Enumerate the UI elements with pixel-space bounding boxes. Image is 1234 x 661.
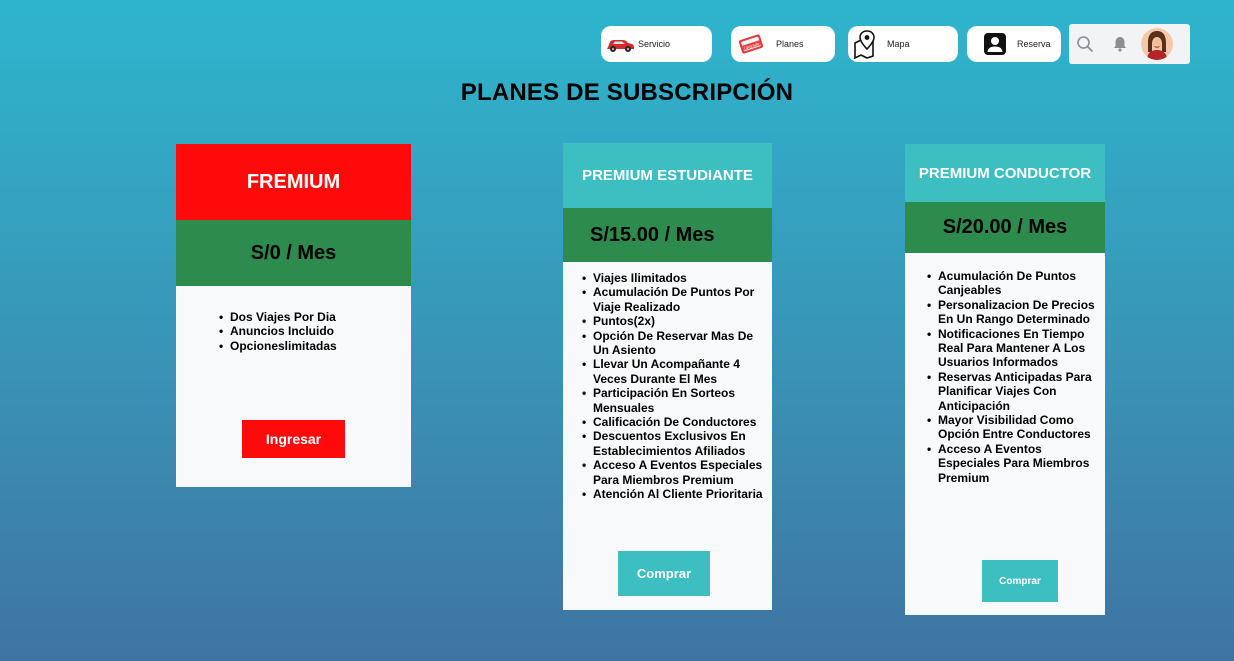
feature-item: Opción De Reservar Mas De Un Asiento — [579, 329, 769, 358]
car-icon — [605, 34, 635, 54]
search-icon[interactable] — [1076, 35, 1094, 53]
nav-item-servicio[interactable]: Servicio — [601, 26, 712, 62]
feature-item: Atención Al Cliente Prioritaria — [579, 487, 769, 502]
bell-icon[interactable] — [1111, 35, 1129, 53]
nav-label: Planes — [776, 39, 804, 49]
comprar-button[interactable]: Comprar — [618, 551, 710, 596]
comprar-button[interactable]: Comprar — [982, 560, 1058, 602]
feature-item: Acumulación De Puntos Canjeables — [924, 269, 1102, 298]
user-avatar[interactable] — [1141, 28, 1173, 60]
feature-item: Dos Viajes Por Dia — [216, 310, 337, 325]
feature-item: Acceso A Eventos Especiales Para Miembro… — [579, 458, 769, 487]
feature-item: Personalizacion De Precios En Un Rango D… — [924, 298, 1102, 327]
utility-bar — [1069, 24, 1190, 64]
feature-item: Acceso A Eventos Especiales Para Miembro… — [924, 442, 1102, 485]
feature-list: Acumulación De Puntos Canjeables Persona… — [924, 269, 1102, 485]
feature-item: Descuentos Exclusivos En Establecimiento… — [579, 429, 769, 458]
feature-item: Puntos(2x) — [579, 314, 769, 329]
feature-item: Acumulación De Puntos Por Viaje Realizad… — [579, 285, 769, 314]
feature-list: Dos Viajes Por Dia Anuncios Incluido Opc… — [216, 310, 337, 354]
plan-card-premium-estudiante: PREMIUM ESTUDIANTE S/15.00 / Mes Viajes … — [563, 143, 772, 610]
feature-item: Participación En Sorteos Mensuales — [579, 386, 769, 415]
ingresar-button[interactable]: Ingresar — [242, 420, 345, 458]
nav-label: Servicio — [638, 39, 671, 49]
feature-item: Notificaciones En Tiempo Real Para Mante… — [924, 327, 1102, 370]
feature-item: Anuncios Incluido — [216, 324, 337, 339]
nav-label: Reserva — [1017, 39, 1051, 49]
plan-card-premium-conductor: PREMIUM CONDUCTOR S/20.00 / Mes Acumulac… — [905, 144, 1105, 615]
plan-name: FREMIUM — [176, 144, 411, 220]
plan-price: S/15.00 / Mes — [563, 208, 772, 262]
plan-price: S/20.00 / Mes — [905, 202, 1105, 253]
feature-item: Opcioneslimitadas — [216, 339, 337, 354]
nav-item-planes[interactable]: Upgrade Planes — [731, 26, 835, 62]
plan-name: PREMIUM CONDUCTOR — [905, 144, 1105, 202]
feature-list: Viajes Ilimitados Acumulación De Puntos … — [579, 271, 769, 502]
page-title: PLANES DE SUBSCRIPCIÓN — [460, 79, 794, 106]
plan-name: PREMIUM ESTUDIANTE — [563, 143, 772, 208]
account-icon — [983, 32, 1007, 56]
nav-label: Mapa — [887, 39, 910, 49]
nav-item-mapa[interactable]: Mapa — [848, 26, 958, 62]
ticket-icon: Upgrade — [736, 31, 766, 57]
plan-price: S/0 / Mes — [176, 220, 411, 286]
feature-item: Mayor Visibilidad Como Opción Entre Cond… — [924, 413, 1102, 442]
plan-card-freemium: FREMIUM S/0 / Mes Dos Viajes Por Dia Anu… — [176, 144, 411, 487]
feature-item: Llevar Un Acompañante 4 Veces Durante El… — [579, 357, 769, 386]
feature-item: Reservas Anticipadas Para Planificar Via… — [924, 370, 1102, 413]
nav-item-reserva[interactable]: Reserva — [967, 26, 1061, 62]
feature-item: Viajes Ilimitados — [579, 271, 769, 286]
feature-item: Calificación De Conductores — [579, 415, 769, 430]
map-pin-icon — [851, 29, 881, 59]
